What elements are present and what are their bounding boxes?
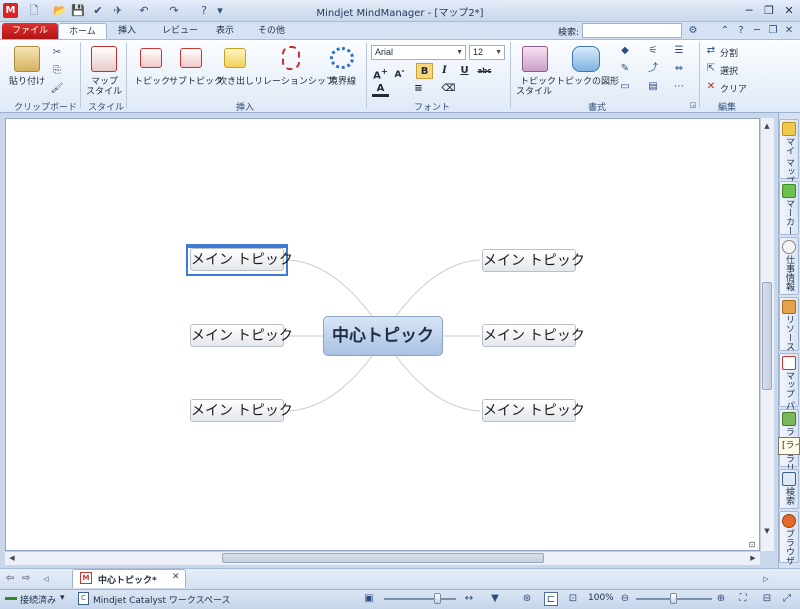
horizontal-scroll-thumb[interactable] <box>222 553 544 563</box>
side-tab-label: マーカー <box>784 199 794 235</box>
main-topic[interactable]: メイン トピック <box>190 399 293 422</box>
connector-line <box>287 259 373 317</box>
main-topic[interactable]: メイン トピック <box>482 324 585 347</box>
side-tab-label: 検索 <box>784 487 794 505</box>
connector-line <box>395 355 481 412</box>
fit-map-status-icon[interactable]: ⛶ <box>736 592 750 606</box>
close-tab-icon[interactable]: ✕ <box>172 572 180 582</box>
side-tab-browser[interactable]: ブラウザ <box>779 511 799 565</box>
zoom-level: 100% <box>588 593 614 603</box>
side-tab-task-info[interactable]: 仕事情報 <box>779 237 799 295</box>
catalyst-icon: C <box>78 592 89 605</box>
fit-map-icon[interactable]: ⊡ <box>746 539 758 551</box>
full-screen-icon[interactable]: ⤢ <box>780 592 794 606</box>
map-parts-icon <box>782 356 796 370</box>
connection-status-icon <box>5 597 17 600</box>
workspace-status[interactable]: Mindjet Catalyst ワークスペース <box>93 593 231 606</box>
side-tab-map-parts[interactable]: マップ パーツ <box>779 353 799 428</box>
my-maps-icon <box>782 122 796 136</box>
side-tab-label: ブラウザ <box>784 529 794 565</box>
scroll-up-icon[interactable]: ▲ <box>761 120 773 132</box>
main-topic[interactable]: メイン トピック <box>482 399 585 422</box>
tab-scroll-left-icon[interactable]: ◁ <box>40 573 52 585</box>
split-view-icon[interactable]: ⊟ <box>760 592 774 606</box>
connector-line <box>287 355 373 412</box>
central-topic[interactable]: 中心トピック <box>323 316 443 356</box>
resources-icon <box>782 300 796 314</box>
connection-dropdown-icon[interactable]: ▾ <box>60 593 65 603</box>
library-tooltip: [ライブラリ] <box>778 437 800 455</box>
layout-view-icon[interactable]: ⊏ <box>544 592 558 606</box>
scroll-left-icon[interactable]: ◀ <box>6 552 18 564</box>
next-doc-icon[interactable]: ⇨ <box>20 573 32 585</box>
markers-icon <box>782 184 796 198</box>
map-overview-icon[interactable]: ▣ <box>362 592 376 606</box>
zoom-slider-knob[interactable] <box>670 593 677 604</box>
zoom-in-icon[interactable]: ⊕ <box>714 592 728 606</box>
overview-slider-knob[interactable] <box>434 593 441 604</box>
fit-width-icon[interactable]: ↔ <box>462 592 476 606</box>
side-tab-markers[interactable]: マーカー <box>779 181 799 235</box>
connection-status[interactable]: 接続済み <box>20 593 56 606</box>
map-doc-icon: M <box>80 572 92 584</box>
zoom-out-icon[interactable]: ⊖ <box>618 592 632 606</box>
side-tab-resources[interactable]: リソース <box>779 297 799 351</box>
main-topic[interactable]: メイン トピック <box>482 249 585 272</box>
overview-slider-track[interactable] <box>384 598 456 600</box>
prev-doc-icon[interactable]: ⇦ <box>4 573 16 585</box>
search-icon <box>782 472 796 486</box>
connector-line <box>395 259 481 317</box>
scroll-down-icon[interactable]: ▼ <box>761 525 773 537</box>
tab-scroll-right-icon[interactable]: ▷ <box>760 573 772 585</box>
document-tab-label: 中心トピック* <box>98 576 157 586</box>
browser-icon <box>782 514 796 528</box>
main-topic[interactable]: メイン トピック <box>190 324 293 347</box>
side-tab-label: マイ マップ <box>784 137 794 185</box>
scroll-right-icon[interactable]: ▶ <box>747 552 759 564</box>
side-tab-search[interactable]: 検索 <box>779 469 799 509</box>
main-topic[interactable]: メイン トピック <box>190 248 293 271</box>
connector-lines <box>287 259 481 412</box>
side-tab-my-maps[interactable]: マイ マップ <box>779 119 799 185</box>
side-tab-label: リソース <box>784 315 794 351</box>
focus-icon[interactable]: ⊛ <box>520 592 534 606</box>
library-icon <box>782 412 796 426</box>
side-tab-label: 仕事情報 <box>784 255 794 291</box>
task-info-icon <box>782 240 796 254</box>
vertical-scroll-thumb[interactable] <box>762 282 772 390</box>
filter-icon[interactable]: ▼ <box>488 592 502 606</box>
outline-view-icon[interactable]: ⊡ <box>566 592 580 606</box>
